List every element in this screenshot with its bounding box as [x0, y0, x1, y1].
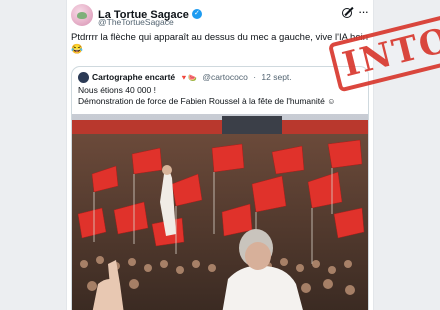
smiling-face-emoji-icon: ☺: [327, 97, 336, 106]
grok-icon[interactable]: [342, 8, 352, 18]
tweet-text: Ptdrrrr la flèche qui apparaît au dessus…: [71, 32, 369, 56]
quoted-date: 12 sept.: [261, 72, 292, 82]
quoted-tweet[interactable]: Cartographe encarté 🔻🍉 @cartococo · 12 s…: [71, 66, 369, 310]
quoted-text: Nous étions 40 000 ! Démonstration de fo…: [78, 85, 362, 107]
rally-photo[interactable]: [72, 114, 368, 310]
more-icon[interactable]: ···: [358, 4, 369, 19]
author-handle[interactable]: @TheTortueSagace: [98, 17, 174, 27]
triangle-watermelon-emoji-icon: 🔻🍉: [179, 75, 197, 82]
quoted-handle: @cartococo: [202, 72, 248, 82]
quoted-separator: ·: [253, 72, 257, 82]
tweet-card[interactable]: La Tortue Sagace ✓ @TheTortueSagace ··· P…: [66, 0, 374, 310]
quoted-line-1: Nous étions 40 000 !: [78, 85, 156, 95]
avatar[interactable]: [71, 4, 93, 26]
left-margin: [0, 0, 68, 310]
laughing-emoji-icon: 😂: [71, 44, 83, 55]
quoted-author-row: Cartographe encarté 🔻🍉 @cartococo · 12 s…: [92, 72, 292, 82]
quoted-author-name[interactable]: Cartographe encarté: [92, 72, 175, 82]
verified-badge-icon: ✓: [191, 8, 202, 19]
tweet-header: La Tortue Sagace ✓ @TheTortueSagace ···: [71, 4, 369, 28]
quoted-line-2: Démonstration de force de Fabien Roussel…: [78, 96, 325, 106]
tweet-body: Ptdrrrr la flèche qui apparaît au dessus…: [71, 32, 369, 43]
quoted-avatar[interactable]: [78, 72, 89, 83]
